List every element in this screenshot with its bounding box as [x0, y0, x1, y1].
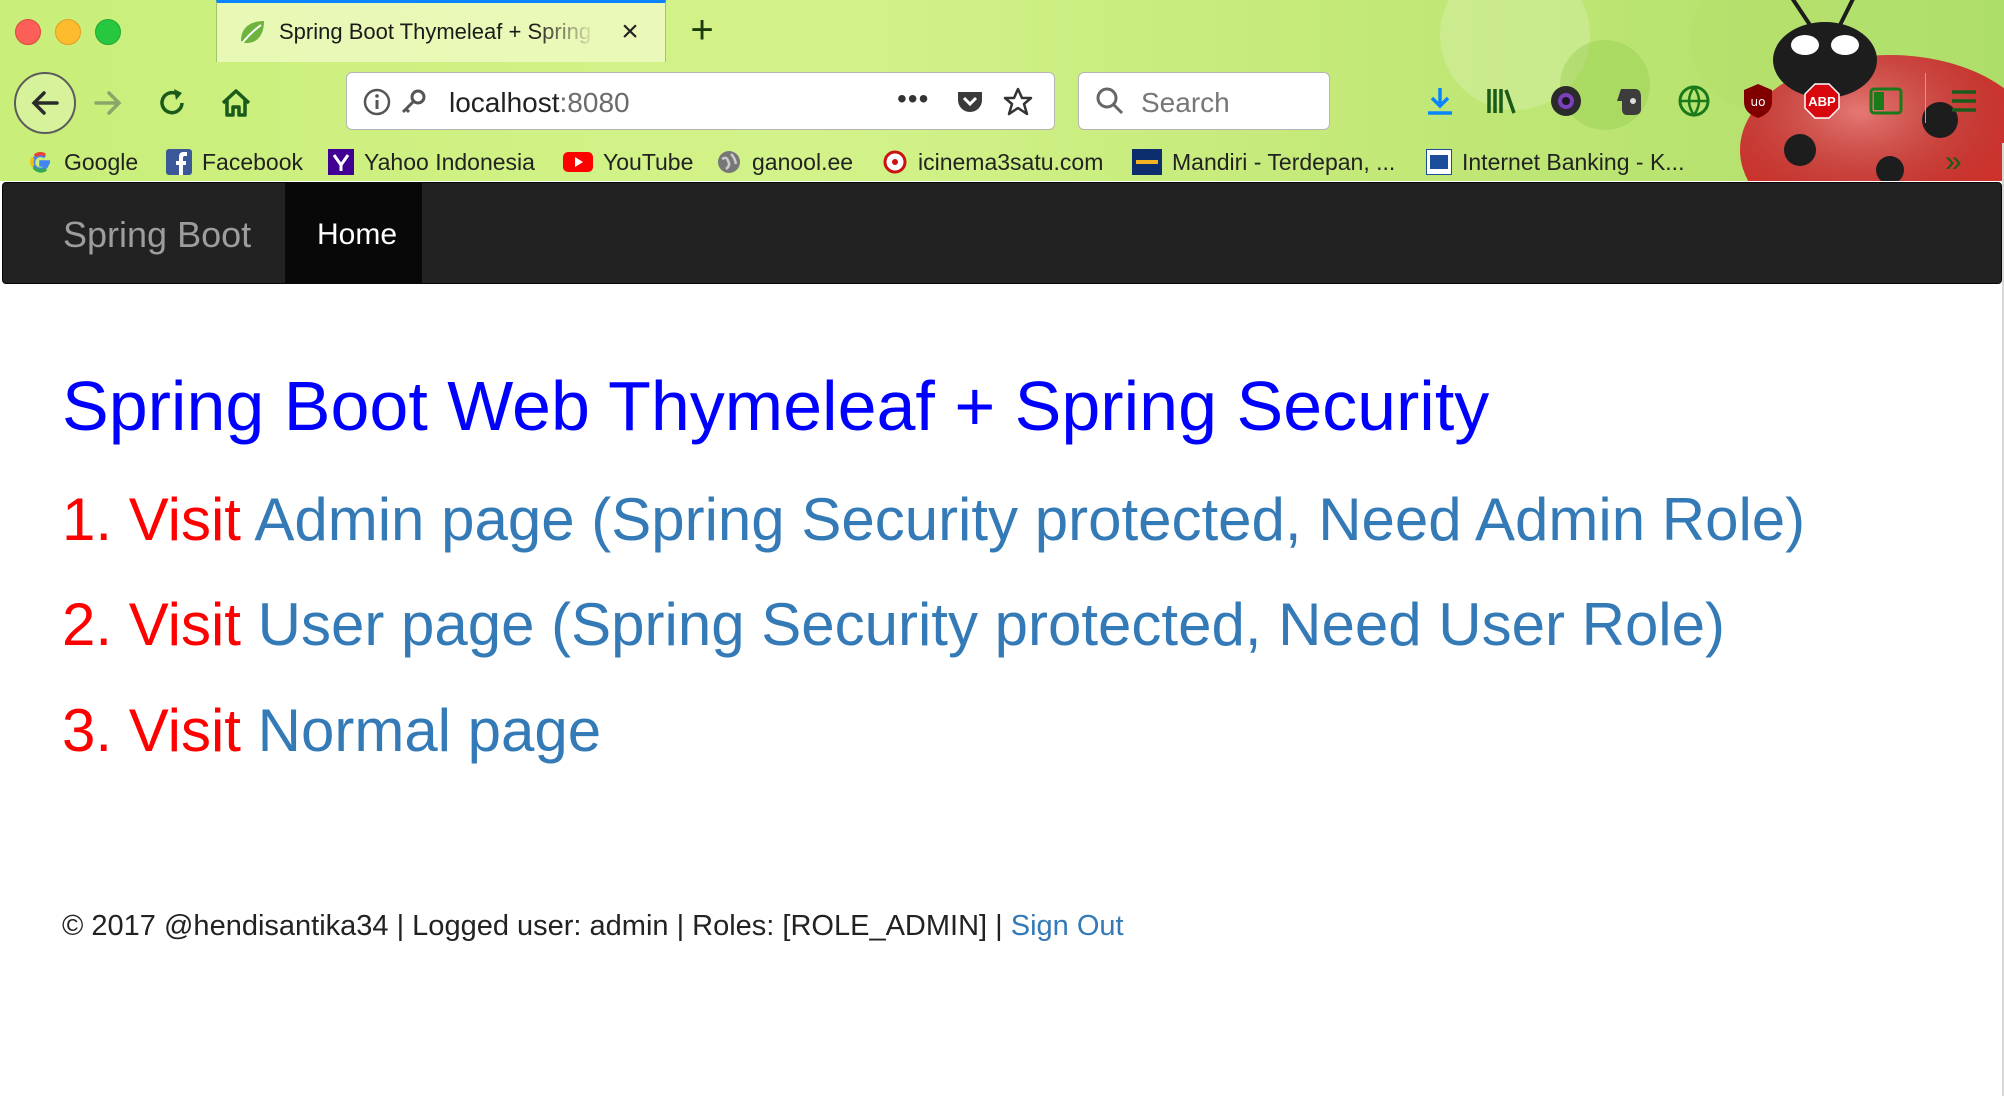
- home-icon: [221, 89, 251, 117]
- bookmark-yahoo[interactable]: Yahoo Indonesia: [328, 146, 535, 178]
- info-icon[interactable]: [363, 88, 391, 116]
- tab-title: Spring Boot Thymeleaf + Spring Security: [279, 19, 597, 44]
- visit-label: 2. Visit: [62, 591, 241, 658]
- footer: © 2017 @hendisantika34 | Logged user: ad…: [62, 910, 1124, 943]
- browser-chrome: Spring Boot Thymeleaf + Spring Security …: [0, 0, 2004, 181]
- search-bar[interactable]: Search: [1078, 72, 1330, 130]
- globe-icon: [718, 151, 740, 173]
- list-item: 2. Visit User page (Spring Security prot…: [62, 590, 1725, 659]
- bookmarks-overflow-icon[interactable]: »: [1945, 145, 1962, 178]
- page-actions-icon[interactable]: •••: [897, 83, 929, 115]
- zoom-window-button[interactable]: [95, 19, 121, 45]
- bookmark-mandiri[interactable]: Mandiri - Terdepan, ...: [1132, 146, 1395, 178]
- url-text[interactable]: localhost:8080: [449, 87, 630, 119]
- bank-icon: [1426, 149, 1452, 175]
- icinema-icon: [883, 150, 907, 174]
- bookmark-label: Mandiri - Terdepan, ...: [1172, 148, 1396, 175]
- user-page-link[interactable]: User page (Spring Security protected, Ne…: [258, 591, 1725, 658]
- bookmark-label: Yahoo Indonesia: [364, 148, 535, 175]
- minimize-window-button[interactable]: [55, 19, 81, 45]
- visit-label: 3. Visit: [62, 697, 241, 764]
- facebook-icon: [166, 149, 192, 175]
- list-item: 3. Visit Normal page: [62, 696, 601, 765]
- nav-home[interactable]: Home: [285, 183, 422, 283]
- evernote-icon[interactable]: [1610, 81, 1650, 121]
- sign-out-link[interactable]: Sign Out: [1011, 910, 1124, 942]
- home-button[interactable]: [206, 73, 266, 133]
- reload-button[interactable]: [142, 73, 202, 133]
- bookmark-facebook[interactable]: Facebook: [166, 146, 303, 178]
- navigation-toolbar: localhost:8080 ••• Search uo ABP: [0, 63, 2004, 143]
- back-button[interactable]: [14, 72, 76, 134]
- close-window-button[interactable]: [15, 19, 41, 45]
- toolbar-divider: [1925, 73, 1926, 123]
- bookmark-star-icon[interactable]: [1002, 86, 1034, 118]
- spring-leaf-icon: [241, 21, 264, 44]
- tab-strip: Spring Boot Thymeleaf + Spring Security …: [0, 0, 2004, 63]
- globe-icon[interactable]: [1674, 81, 1714, 121]
- mandiri-icon: [1132, 149, 1162, 175]
- reload-icon: [160, 89, 184, 115]
- arrow-left-icon: [31, 91, 59, 115]
- nav-home-label: Home: [317, 218, 398, 251]
- pocket-icon[interactable]: [955, 87, 985, 117]
- arrow-right-icon: [94, 91, 122, 115]
- bookmark-icinema[interactable]: icinema3satu.com: [882, 146, 1103, 178]
- bookmark-google[interactable]: Google: [28, 146, 138, 178]
- list-item: 1. Visit Admin page (Spring Security pro…: [62, 485, 1805, 554]
- camera-icon[interactable]: [1546, 81, 1586, 121]
- url-bar[interactable]: localhost:8080 •••: [346, 72, 1055, 130]
- navbar-brand[interactable]: Spring Boot: [63, 214, 251, 256]
- admin-page-link[interactable]: Admin page (Spring Security protected, N…: [254, 486, 1805, 553]
- bookmark-youtube[interactable]: YouTube: [563, 146, 693, 178]
- page-title: Spring Boot Web Thymeleaf + Spring Secur…: [62, 367, 1490, 445]
- youtube-icon: [563, 152, 593, 172]
- forward-button[interactable]: [78, 73, 138, 133]
- tab-active[interactable]: Spring Boot Thymeleaf + Spring Security …: [216, 0, 666, 62]
- bookmark-ganool[interactable]: ganool.ee: [716, 146, 853, 178]
- bookmark-label: Google: [64, 148, 139, 175]
- new-tab-button[interactable]: +: [682, 10, 722, 50]
- sidebar-icon[interactable]: [1866, 81, 1906, 121]
- bookmarks-toolbar: Google Facebook Yahoo Indonesia YouTube …: [0, 143, 2004, 181]
- svg-text:ABP: ABP: [1808, 94, 1836, 109]
- bookmark-label: Internet Banking - K...: [1462, 148, 1685, 175]
- footer-text: © 2017 @hendisantika34 | Logged user: ad…: [62, 910, 1003, 942]
- bookmark-label: Facebook: [202, 148, 304, 175]
- close-tab-icon[interactable]: ×: [615, 17, 645, 47]
- bookmark-label: YouTube: [603, 148, 694, 175]
- search-input[interactable]: Search: [1141, 87, 1230, 119]
- bookmark-internet-banking[interactable]: Internet Banking - K...: [1426, 146, 1684, 178]
- search-icon: [1096, 87, 1124, 115]
- menu-icon[interactable]: [1944, 81, 1984, 121]
- bookmark-label: icinema3satu.com: [918, 148, 1104, 175]
- library-icon[interactable]: [1482, 81, 1522, 121]
- downloads-icon[interactable]: [1420, 81, 1460, 121]
- site-navbar: Spring Boot Home: [2, 182, 2002, 284]
- visit-label: 1. Visit: [62, 486, 241, 553]
- bookmark-label: ganool.ee: [752, 148, 854, 175]
- normal-page-link[interactable]: Normal page: [258, 697, 602, 764]
- svg-text:uo: uo: [1751, 95, 1766, 109]
- key-icon[interactable]: [399, 88, 427, 116]
- ublock-icon[interactable]: uo: [1738, 81, 1778, 121]
- adblock-plus-icon[interactable]: ABP: [1802, 81, 1842, 121]
- google-icon: [30, 151, 50, 173]
- yahoo-icon: [328, 149, 354, 175]
